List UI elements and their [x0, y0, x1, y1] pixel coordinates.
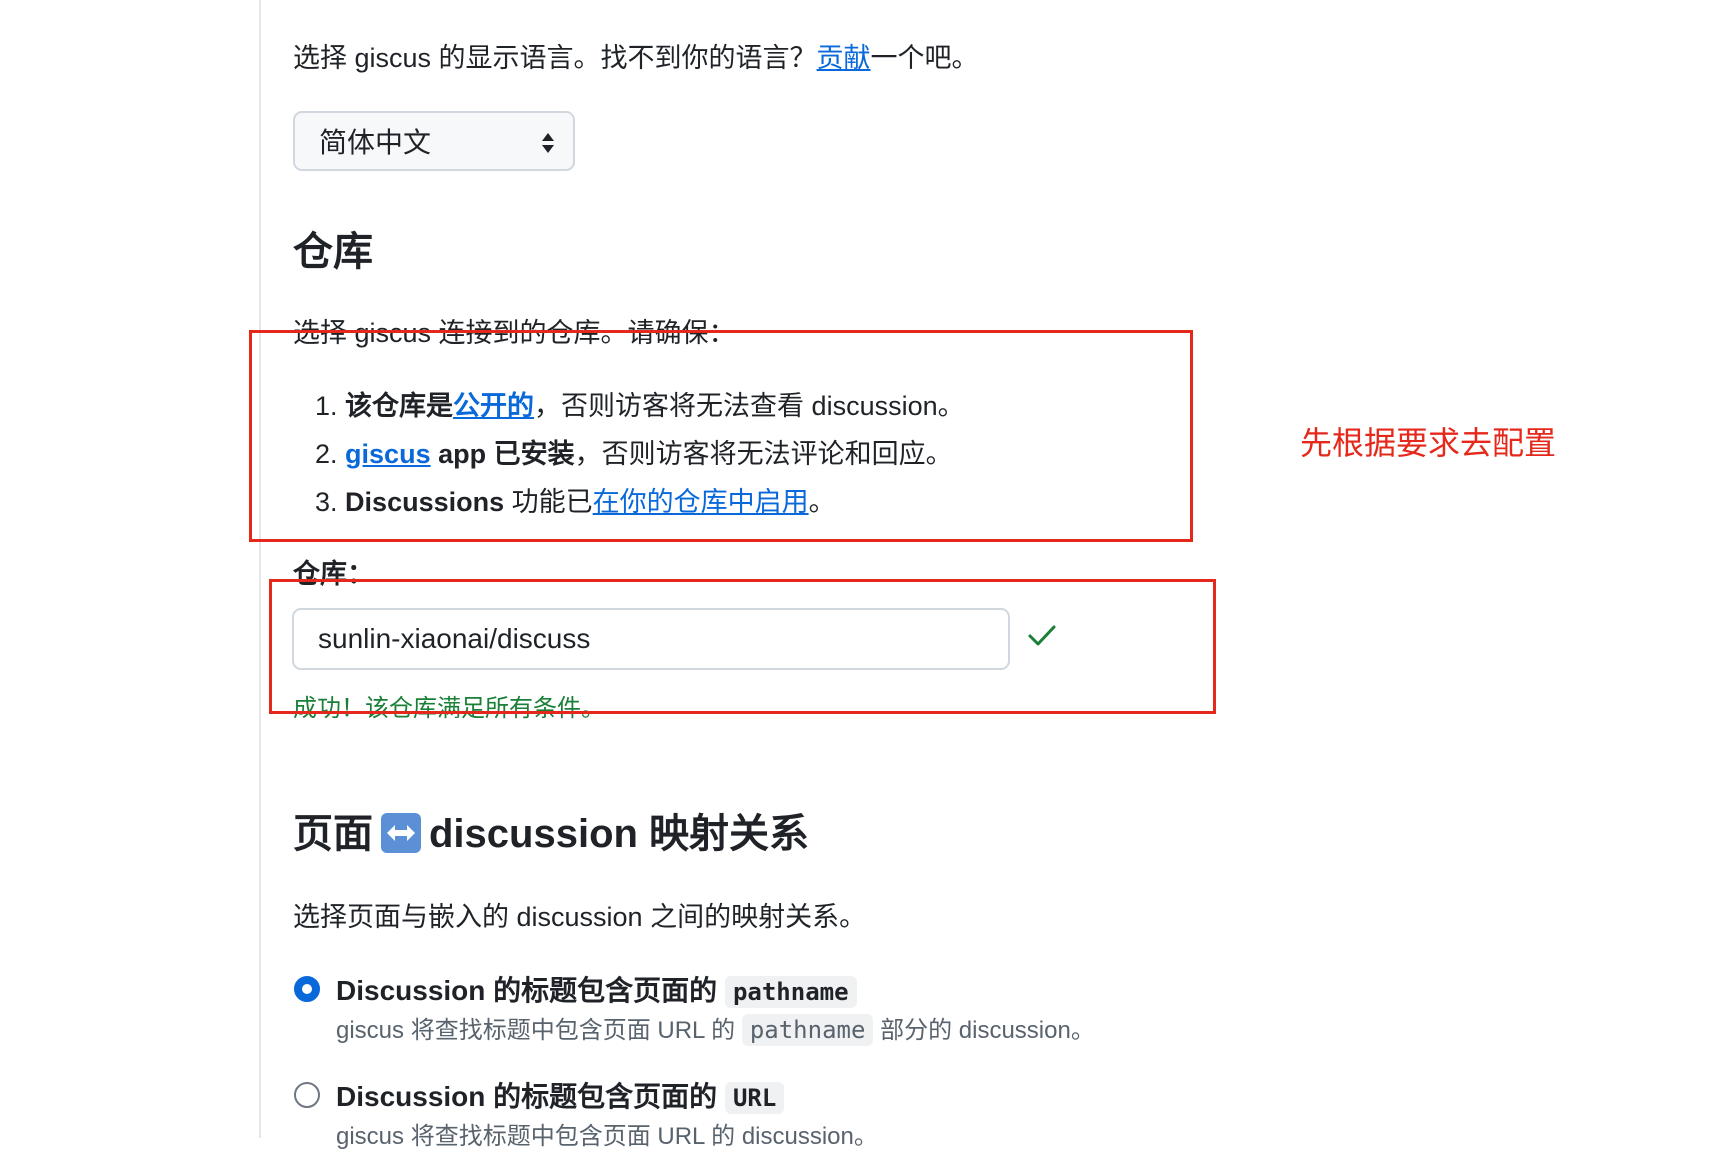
mapping-option-title-pathname: Discussion 的标题包含页面的 pathname	[336, 969, 857, 1009]
option-desc-code: pathname	[741, 1014, 874, 1046]
language-select[interactable]: 简体中文	[293, 111, 575, 171]
annotation-box-requirements	[249, 330, 1193, 542]
mapping-heading-text-end: discussion 映射关系	[429, 812, 810, 856]
left-right-arrow-icon	[381, 813, 421, 853]
option-code: URL	[724, 1082, 785, 1114]
mapping-radio-pathname[interactable]	[294, 976, 320, 1002]
mapping-heading-text: 页面	[293, 812, 373, 856]
language-intro-text: 选择 giscus 的显示语言。找不到你的语言？	[293, 43, 817, 73]
option-desc-text-end: 部分的 discussion。	[880, 1017, 1095, 1044]
language-intro-text-end: 一个吧。	[870, 43, 979, 73]
mapping-radio-url[interactable]	[294, 1082, 320, 1108]
option-title-text: Discussion 的标题包含页面的	[336, 975, 718, 1006]
contribute-link[interactable]: 贡献	[817, 43, 871, 73]
select-arrows-icon	[542, 133, 554, 153]
repo-heading: 仓库	[293, 230, 373, 274]
mapping-option-desc-pathname: giscus 将查找标题中包含页面 URL 的 pathname 部分的 dis…	[336, 1010, 1095, 1046]
annotation-text: 先根据要求去配置	[1300, 425, 1557, 461]
language-intro: 选择 giscus 的显示语言。找不到你的语言？贡献一个吧。	[293, 40, 979, 76]
annotation-box-repo-input	[269, 579, 1216, 714]
option-desc-text: giscus 将查找标题中包含页面 URL 的	[336, 1017, 736, 1044]
mapping-intro: 选择页面与嵌入的 discussion 之间的映射关系。	[293, 902, 867, 932]
option-code: pathname	[724, 976, 857, 1008]
mapping-option-desc-url: giscus 将查找标题中包含页面 URL 的 discussion。	[336, 1123, 878, 1150]
language-select-value: 简体中文	[319, 127, 432, 158]
mapping-option-title-url: Discussion 的标题包含页面的 URL	[336, 1075, 785, 1115]
content-left-border	[259, 0, 261, 1138]
mapping-heading: 页面 discussion 映射关系	[293, 810, 809, 858]
option-title-text: Discussion 的标题包含页面的	[336, 1081, 718, 1112]
